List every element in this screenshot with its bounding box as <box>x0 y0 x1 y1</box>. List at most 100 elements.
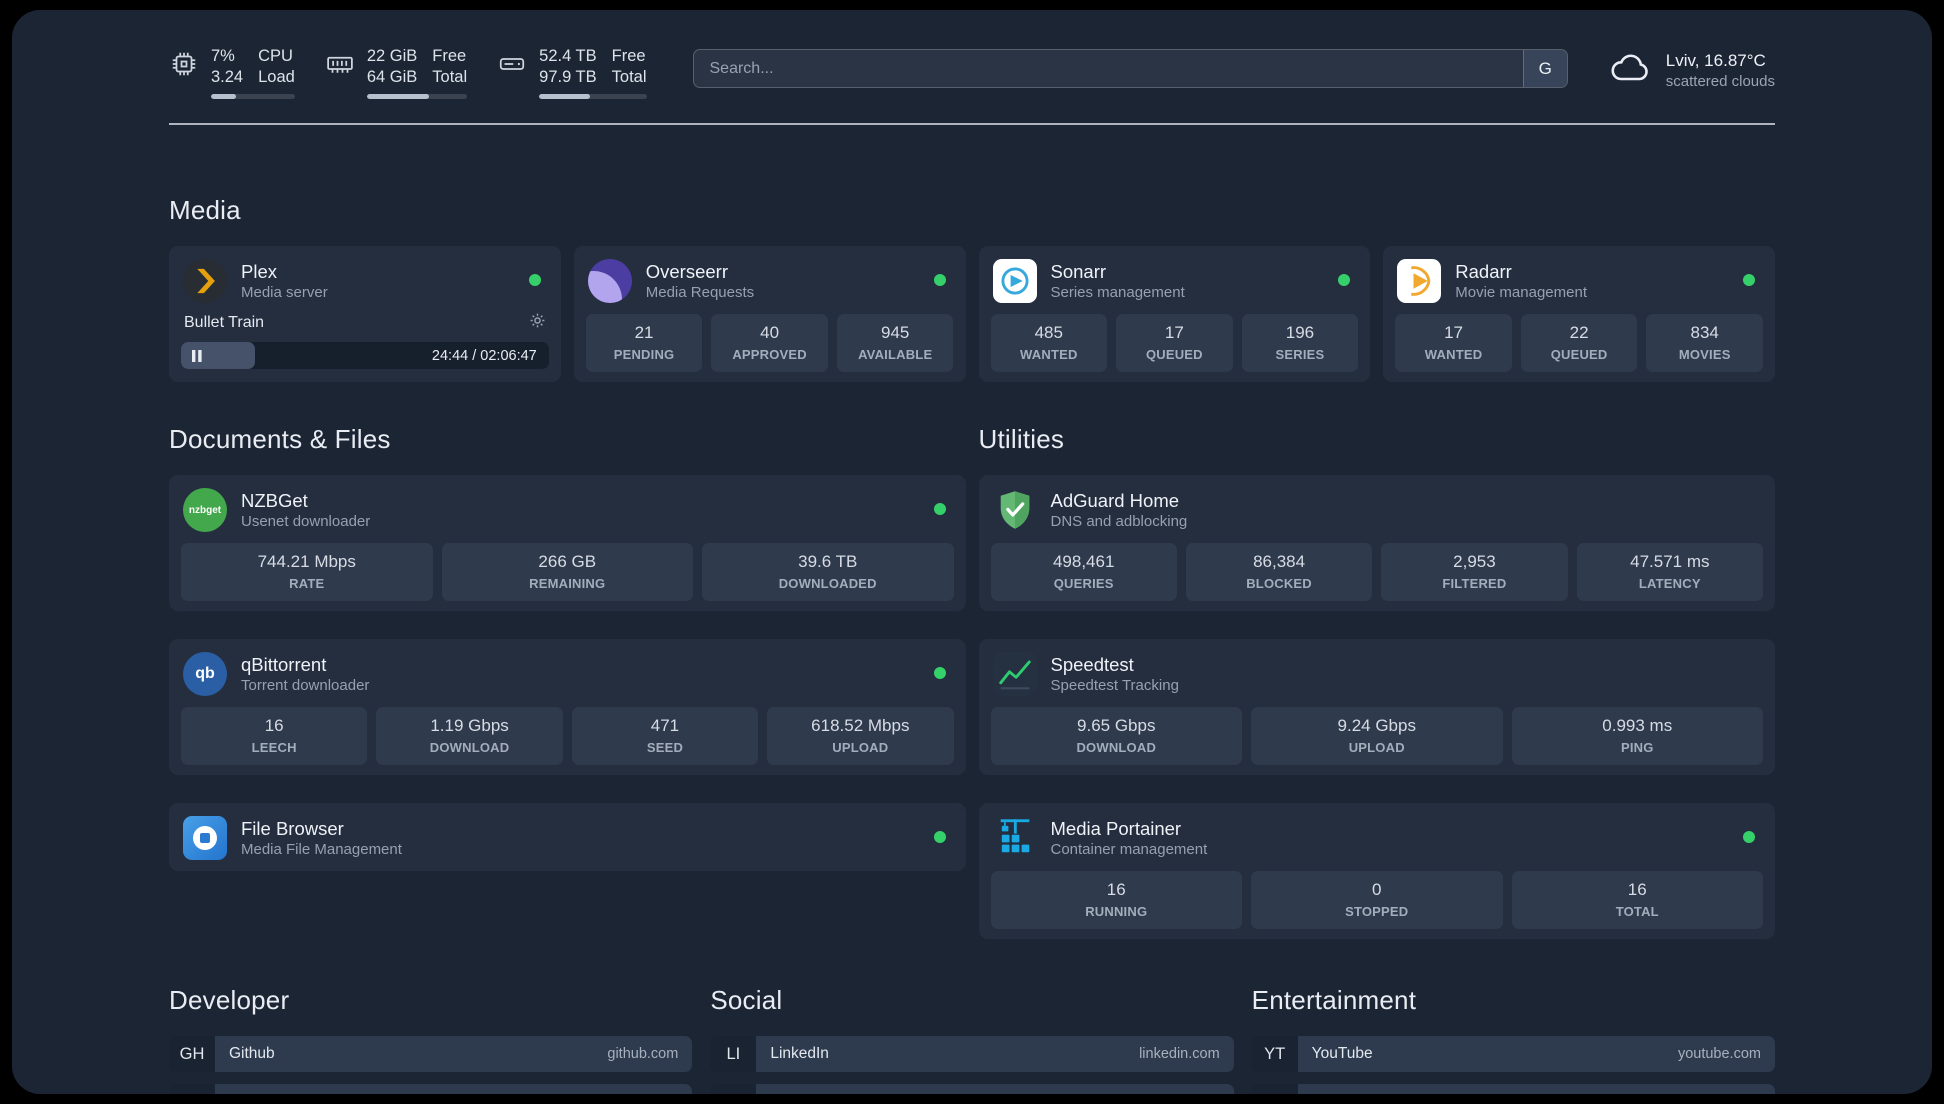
speedtest-subtitle: Speedtest Tracking <box>1050 677 1179 694</box>
sonarr-name: Sonarr <box>1050 261 1107 282</box>
speedtest-header[interactable]: Speedtest Speedtest Tracking <box>991 649 1764 697</box>
cpu-load-value: 3.24 <box>211 68 244 86</box>
adguard-stats: 498,461 QUERIES 86,384 BLOCKED 2,953 FIL… <box>990 543 1763 601</box>
qbittorrent-icon-text: qb <box>195 665 215 682</box>
topbar-divider <box>169 123 1775 125</box>
stat-leech: 16 LEECH <box>181 707 368 765</box>
bookmark-github[interactable]: GH Github github.com <box>169 1036 693 1072</box>
radarr-header[interactable]: Radarr Movie management <box>1395 256 1763 304</box>
filebrowser-name: File Browser <box>241 818 344 839</box>
stat-value: 196 <box>1285 323 1315 342</box>
cpu-icon <box>169 49 199 99</box>
stat-label: PENDING <box>613 347 675 362</box>
search-bar: G <box>692 49 1568 88</box>
bookmark-linkedin[interactable]: LI LinkedIn linkedin.com <box>710 1036 1234 1072</box>
pause-icon[interactable] <box>191 349 203 363</box>
stat-value: 945 <box>881 323 910 342</box>
qbittorrent-header[interactable]: qb qBittorrent Torrent downloader <box>181 649 954 697</box>
portainer-stats: 16 RUNNING 0 STOPPED 16 TOTAL <box>990 871 1763 929</box>
stat-value: 1.19 Gbps <box>430 716 509 735</box>
bookmark-domain: github.com <box>607 1046 679 1062</box>
plex-progress-bar[interactable]: 24:44 / 02:06:47 <box>181 342 549 369</box>
bookmark-group-entertainment: Entertainment YT YouTube youtube.com NF … <box>1251 985 1775 1094</box>
stat-value: 17 <box>1164 323 1184 342</box>
stat-value: 40 <box>760 323 780 342</box>
card-nzbget: nzbget NZBGet Usenet downloader 744.21 M… <box>169 475 966 611</box>
sonarr-header[interactable]: Sonarr Series management <box>991 256 1359 304</box>
filebrowser-subtitle: Media File Management <box>241 841 402 858</box>
stat-latency: 47.571 ms LATENCY <box>1576 543 1763 601</box>
plex-playback-time: 24:44 / 02:06:47 <box>431 347 537 364</box>
sonarr-stats: 485 WANTED 17 QUEUED 196 SERIES <box>990 314 1359 372</box>
stat-label: MOVIES <box>1678 347 1731 362</box>
stat-value: 21 <box>634 323 654 342</box>
card-radarr: Radarr Movie management 17 WANTED 22 QUE… <box>1383 246 1775 382</box>
stat-label: LEECH <box>251 740 297 755</box>
stat-label: DOWNLOADED <box>778 576 877 591</box>
section-utilities: Utilities AdGuard Home DNS and adblockin… <box>978 388 1775 939</box>
bookmark-twitter[interactable]: TW Twitter twitter.com <box>710 1084 1234 1094</box>
card-portainer: Media Portainer Container management 16 … <box>978 803 1775 939</box>
qbittorrent-status-dot <box>933 667 946 679</box>
radarr-status-dot <box>1743 274 1755 286</box>
bookmark-name: StackOverflow <box>229 1093 329 1094</box>
nzbget-status-dot <box>933 503 946 515</box>
overseerr-header[interactable]: Overseerr Media Requests <box>586 256 954 304</box>
bookmark-stackoverflow[interactable]: SO StackOverflow stackoverflow.com <box>169 1084 693 1094</box>
section-documents: Documents & Files nzbget NZBGet Usenet d… <box>169 388 966 939</box>
stat-label: QUERIES <box>1053 576 1114 591</box>
stat-queries: 498,461 QUERIES <box>990 543 1177 601</box>
nzbget-stats: 744.21 Mbps RATE 266 GB REMAINING 39.6 T… <box>181 543 954 601</box>
nzbget-subtitle: Usenet downloader <box>241 513 371 530</box>
radarr-name: Radarr <box>1455 261 1512 282</box>
plex-header[interactable]: Plex Media server <box>181 256 549 304</box>
bookmark-netflix[interactable]: NF Netflix netflix.com <box>1251 1084 1775 1094</box>
section-title-social: Social <box>710 985 783 1015</box>
disk-free-value: 52.4 TB <box>539 47 597 65</box>
stat-download: 1.19 Gbps DOWNLOAD <box>376 707 563 765</box>
stat-queued: 17 QUEUED <box>1116 314 1233 372</box>
search-provider-button[interactable]: G <box>1522 50 1567 87</box>
adguard-header[interactable]: AdGuard Home DNS and adblocking <box>991 485 1764 533</box>
disk-total-label: Total <box>611 68 647 86</box>
search-input[interactable] <box>692 49 1568 88</box>
filebrowser-header[interactable]: File Browser Media File Management <box>181 813 954 861</box>
radarr-icon <box>1397 259 1442 303</box>
portainer-status-dot <box>1743 831 1755 843</box>
plex-now-playing-title: Bullet Train <box>184 314 265 331</box>
sonarr-subtitle: Series management <box>1050 284 1185 301</box>
adguard-icon <box>993 488 1037 532</box>
portainer-header[interactable]: Media Portainer Container management <box>991 813 1764 861</box>
stat-value: 266 GB <box>538 552 597 571</box>
stat-label: SERIES <box>1275 347 1325 362</box>
bookmark-abbr: YT <box>1251 1036 1298 1072</box>
stat-value: 0.993 ms <box>1602 716 1673 735</box>
sonarr-status-dot <box>1338 274 1351 286</box>
bookmark-name: YouTube <box>1311 1045 1373 1062</box>
bookmark-name: Twitter <box>770 1093 816 1094</box>
stat-blocked: 86,384 BLOCKED <box>1185 543 1373 601</box>
bookmark-youtube[interactable]: YT YouTube youtube.com <box>1251 1036 1775 1072</box>
stat-upload: 618.52 Mbps UPLOAD <box>767 707 954 765</box>
bookmark-name: LinkedIn <box>770 1045 829 1062</box>
disk-usage-bar <box>539 94 647 99</box>
cpu-usage-bar <box>211 94 295 99</box>
card-overseerr: Overseerr Media Requests 21 PENDING 40 A… <box>573 246 966 382</box>
sonarr-icon <box>992 259 1037 303</box>
dashboard-panel: 7% 3.24 CPU Load 22 GiB 64 GiB Free Tota… <box>12 10 1932 1094</box>
bookmark-group-developer: Developer GH Github github.com SO StackO… <box>169 985 693 1094</box>
stat-label: UPLOAD <box>832 740 889 755</box>
stat-filtered: 2,953 FILTERED <box>1381 543 1568 601</box>
overseerr-stats: 21 PENDING 40 APPROVED 945 AVAILABLE <box>585 314 954 372</box>
stat-value: 2,953 <box>1453 552 1496 571</box>
adguard-name: AdGuard Home <box>1050 490 1180 511</box>
stat-label: RUNNING <box>1085 904 1148 919</box>
memory-total-value: 64 GiB <box>366 68 418 86</box>
gear-icon[interactable] <box>529 312 546 334</box>
cpu-load-label: Load <box>258 68 295 86</box>
overseerr-status-dot <box>933 274 946 286</box>
nzbget-header[interactable]: nzbget NZBGet Usenet downloader <box>181 485 954 533</box>
plex-now-playing-row: Bullet Train <box>184 312 546 334</box>
stat-value: 0 <box>1372 880 1382 899</box>
stat-value: 498,461 <box>1052 552 1115 571</box>
